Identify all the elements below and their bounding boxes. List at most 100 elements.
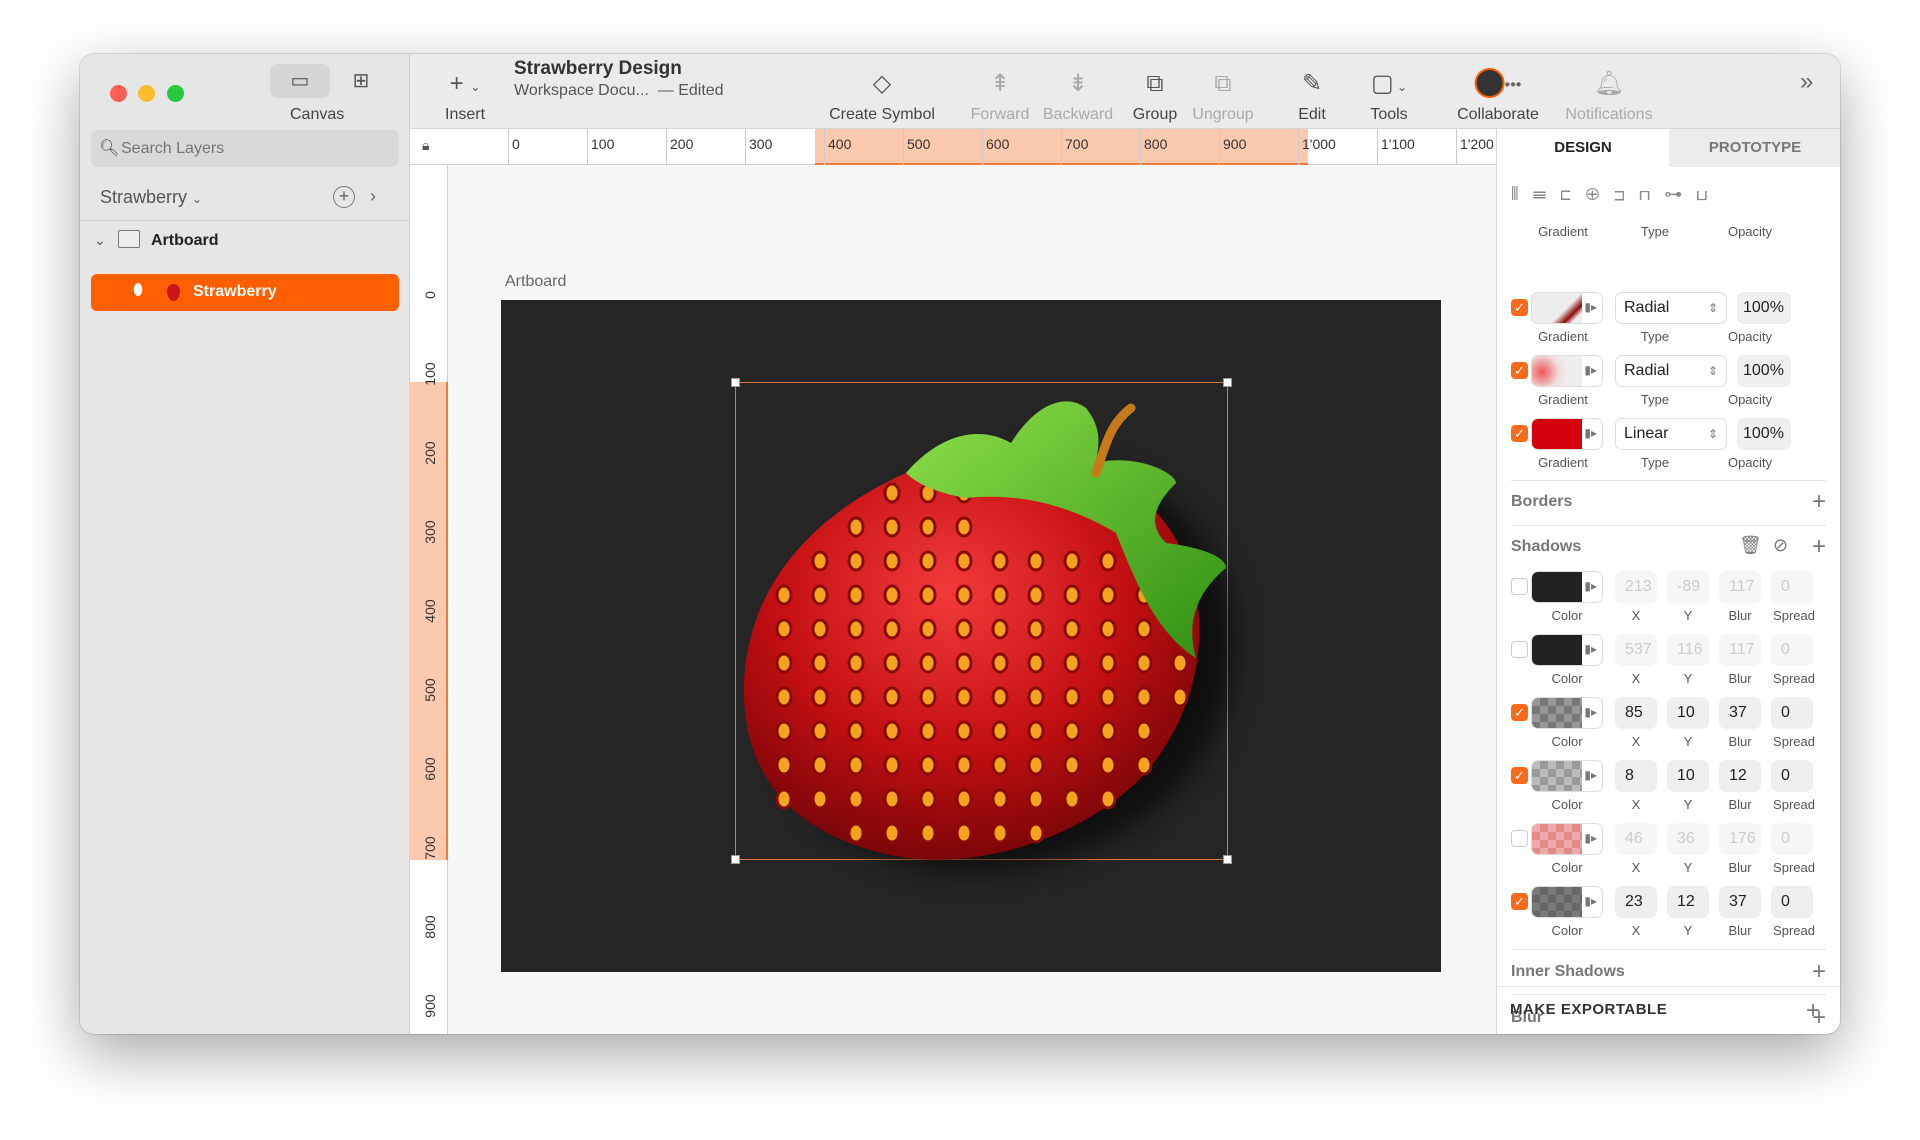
add-page-button[interactable]: +: [333, 186, 355, 208]
shadow-color-swatch[interactable]: ▮▸: [1531, 634, 1603, 666]
shadow-color-swatch[interactable]: ▮▸: [1531, 823, 1603, 855]
notifications-button[interactable]: 🔔︎ Notifications: [1554, 54, 1664, 129]
fill-opacity-field[interactable]: 100%: [1737, 418, 1791, 450]
fill-type-select[interactable]: Radial ⇕: [1615, 292, 1727, 324]
fill-swatch[interactable]: ▮▸: [1531, 292, 1603, 324]
shadow-y-field[interactable]: 12: [1667, 886, 1709, 918]
collaborate-button[interactable]: ••• Collaborate: [1448, 54, 1548, 129]
seed: [1027, 550, 1045, 572]
shadow-color-swatch[interactable]: ▮▸: [1531, 760, 1603, 792]
close-window-button[interactable]: [110, 85, 127, 102]
ungroup-button[interactable]: ⧉ Ungroup: [1188, 54, 1258, 129]
fill-checkbox[interactable]: ✓: [1511, 299, 1528, 316]
search-layers-input[interactable]: [121, 130, 391, 167]
shadow-color-swatch[interactable]: ▮▸: [1531, 571, 1603, 603]
resize-handle-top-left[interactable]: [731, 378, 740, 387]
seed: [1063, 754, 1081, 776]
resize-handle-bottom-right[interactable]: [1223, 855, 1232, 864]
distribute-vertical-icon[interactable]: ☰: [1533, 184, 1561, 204]
chevron-right-icon[interactable]: ›: [370, 186, 376, 207]
shadow-y-field[interactable]: 116: [1667, 634, 1709, 666]
fill-swatch[interactable]: ▮▸: [1531, 355, 1603, 387]
backward-button[interactable]: ⇟ Backward: [1038, 54, 1118, 129]
shadow-x-field[interactable]: 213: [1615, 571, 1657, 603]
align-middle-icon[interactable]: ⊶: [1664, 184, 1696, 204]
shadow-y-field[interactable]: 10: [1667, 760, 1709, 792]
blend-mode-icon[interactable]: ⊘: [1773, 535, 1788, 556]
create-symbol-button[interactable]: ◇ Create Symbol: [817, 54, 947, 129]
shadow-checkbox[interactable]: ✓: [1511, 704, 1528, 721]
expand-toolbar-icon[interactable]: »: [1800, 68, 1813, 96]
shadow-x-field[interactable]: 85: [1615, 697, 1657, 729]
fill-type-select[interactable]: Linear ⇕: [1615, 418, 1727, 450]
shadow-y-field[interactable]: 10: [1667, 697, 1709, 729]
fill-checkbox[interactable]: ✓: [1511, 362, 1528, 379]
shadow-x-field[interactable]: 46: [1615, 823, 1657, 855]
grid-view-button[interactable]: ⊞: [338, 64, 384, 98]
edit-button[interactable]: ✎ Edit: [1287, 54, 1337, 129]
shadow-color-swatch[interactable]: ▮▸: [1531, 697, 1603, 729]
tab-design[interactable]: DESIGN: [1497, 129, 1669, 167]
shadow-checkbox[interactable]: ✓: [1511, 893, 1528, 910]
layer-row-strawberry[interactable]: ⬮ Strawberry: [91, 274, 399, 311]
distribute-horizontal-icon[interactable]: ⫴: [1511, 184, 1533, 204]
canvas-view-button[interactable]: ▭: [270, 64, 330, 98]
shadow-checkbox[interactable]: ✓: [1511, 767, 1528, 784]
shadow-blur-field[interactable]: 37: [1719, 697, 1761, 729]
align-center-icon[interactable]: ⊕: [1586, 184, 1614, 204]
shadow-spread-field[interactable]: 0: [1771, 571, 1813, 603]
canvas[interactable]: Artboard: [448, 165, 1496, 1034]
shadow-blur-field[interactable]: 117: [1719, 634, 1761, 666]
shadow-spread-field[interactable]: 0: [1771, 886, 1813, 918]
shadow-checkbox[interactable]: [1511, 641, 1528, 658]
layer-row-artboard[interactable]: ⌄ Artboard: [80, 228, 410, 258]
seed: [919, 720, 937, 742]
shadow-x-field[interactable]: 8: [1615, 760, 1657, 792]
fill-opacity-field[interactable]: 100%: [1737, 355, 1791, 387]
shadow-checkbox[interactable]: [1511, 830, 1528, 847]
artboard-label[interactable]: Artboard: [505, 273, 566, 291]
minimize-window-button[interactable]: [138, 85, 155, 102]
shadow-blur-field[interactable]: 37: [1719, 886, 1761, 918]
trash-icon[interactable]: 🗑︎: [1739, 535, 1762, 556]
chevron-down-icon[interactable]: ⌄: [94, 232, 106, 249]
ruler-tick: [666, 129, 667, 165]
fill-swatch[interactable]: ▮▸: [1531, 418, 1603, 450]
shadow-blur-field[interactable]: 117: [1719, 571, 1761, 603]
shadow-x-field[interactable]: 537: [1615, 634, 1657, 666]
shadow-blur-field[interactable]: 12: [1719, 760, 1761, 792]
page-selector[interactable]: Strawberry ⌄: [100, 187, 202, 208]
shadow-blur-field[interactable]: 176: [1719, 823, 1761, 855]
add-export-button[interactable]: +: [1806, 997, 1820, 1025]
fill-type-select[interactable]: Radial ⇕: [1615, 355, 1727, 387]
align-bottom-icon[interactable]: ⊔: [1696, 184, 1721, 204]
shadow-spread-field[interactable]: 0: [1771, 697, 1813, 729]
shadow-x-field[interactable]: 23: [1615, 886, 1657, 918]
search-layers-field[interactable]: 🔍︎: [91, 130, 399, 167]
align-left-icon[interactable]: ⊏: [1560, 184, 1585, 204]
add-shadow-button[interactable]: +: [1812, 535, 1826, 559]
add-border-button[interactable]: +: [1812, 490, 1826, 514]
insert-button[interactable]: + ⌄ Insert: [435, 54, 495, 129]
align-top-icon[interactable]: ⊓: [1639, 184, 1664, 204]
shadow-color-swatch[interactable]: ▮▸: [1531, 886, 1603, 918]
resize-handle-bottom-left[interactable]: [731, 855, 740, 864]
shadow-spread-field[interactable]: 0: [1771, 760, 1813, 792]
selection-box[interactable]: [731, 378, 1235, 872]
resize-handle-top-right[interactable]: [1223, 378, 1232, 387]
lock-icon[interactable]: 🔒︎: [422, 137, 429, 154]
forward-button[interactable]: ⇞ Forward: [965, 54, 1035, 129]
zoom-window-button[interactable]: [167, 85, 184, 102]
shadow-spread-field[interactable]: 0: [1771, 634, 1813, 666]
shadow-y-field[interactable]: 36: [1667, 823, 1709, 855]
group-button[interactable]: ⧉ Group: [1125, 54, 1185, 129]
shadow-checkbox[interactable]: [1511, 578, 1528, 595]
align-right-icon[interactable]: ⊐: [1613, 184, 1638, 204]
fill-opacity-field[interactable]: 100%: [1737, 292, 1791, 324]
tab-prototype[interactable]: PROTOTYPE: [1669, 129, 1840, 167]
shadow-spread-field[interactable]: 0: [1771, 823, 1813, 855]
fill-checkbox[interactable]: ✓: [1511, 425, 1528, 442]
add-inner-shadow-button[interactable]: +: [1812, 960, 1826, 984]
tools-button[interactable]: ▢ ⌄ Tools: [1359, 54, 1419, 129]
shadow-y-field[interactable]: -89: [1667, 571, 1709, 603]
